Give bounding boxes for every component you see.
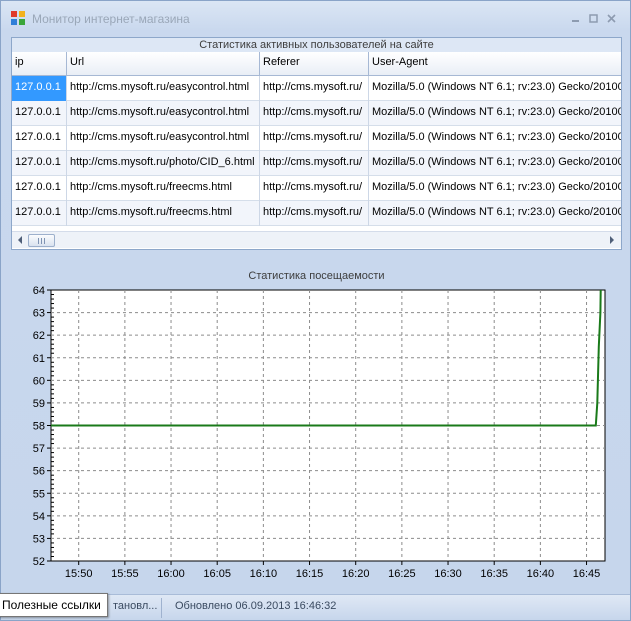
title-bar[interactable]: Монитор интернет-магазина — [1, 1, 630, 37]
x-tick-label: 16:30 — [434, 568, 462, 580]
cell-user-agent[interactable]: Mozilla/5.0 (Windows NT 6.1; rv:23.0) Ge… — [369, 126, 621, 151]
x-tick-label: 16:40 — [527, 568, 555, 580]
table-row[interactable]: 127.0.0.1 http://cms.mysoft.ru/easycontr… — [12, 101, 621, 126]
x-tick-label: 15:55 — [111, 568, 139, 580]
y-tick-label: 63 — [33, 308, 45, 320]
cell-url[interactable]: http://cms.mysoft.ru/easycontrol.html — [67, 126, 260, 151]
y-tick-label: 55 — [33, 488, 45, 500]
cell-url[interactable]: http://cms.mysoft.ru/photo/CID_6.html — [67, 151, 260, 176]
cell-referer[interactable]: http://cms.mysoft.ru/ — [260, 126, 369, 151]
cell-user-agent[interactable]: Mozilla/5.0 (Windows NT 6.1; rv:23.0) Ge… — [369, 176, 621, 201]
active-users-grid[interactable]: Статистика активных пользователей на сай… — [11, 37, 622, 250]
table-row[interactable]: 127.0.0.1 http://cms.mysoft.ru/easycontr… — [12, 126, 621, 151]
window-title: Монитор интернет-магазина — [32, 12, 190, 26]
cell-url[interactable]: http://cms.mysoft.ru/easycontrol.html — [67, 101, 260, 126]
y-tick-label: 59 — [33, 398, 45, 410]
y-tick-label: 64 — [33, 285, 45, 297]
scroll-right-icon[interactable] — [607, 235, 617, 245]
minimize-icon[interactable] — [569, 14, 582, 24]
cell-referer[interactable]: http://cms.mysoft.ru/ — [260, 201, 369, 226]
cell-ip[interactable]: 127.0.0.1 — [12, 151, 67, 176]
cell-user-agent[interactable]: Mozilla/5.0 (Windows NT 6.1; rv:23.0) Ge… — [369, 201, 621, 226]
app-window: Монитор интернет-магазина Статистика акт… — [0, 0, 631, 621]
x-tick-label: 16:45 — [573, 568, 601, 580]
cell-ip[interactable]: 127.0.0.1 — [12, 126, 67, 151]
column-header-referer[interactable]: Referer — [260, 52, 369, 76]
cell-referer[interactable]: http://cms.mysoft.ru/ — [260, 176, 369, 201]
y-tick-label: 60 — [33, 375, 45, 387]
cell-user-agent[interactable]: Mozilla/5.0 (Windows NT 6.1; rv:23.0) Ge… — [369, 76, 621, 101]
cell-ip[interactable]: 127.0.0.1 — [12, 101, 67, 126]
table-row[interactable]: 127.0.0.1 http://cms.mysoft.ru/photo/CID… — [12, 151, 621, 176]
cell-ip[interactable]: 127.0.0.1 — [12, 201, 67, 226]
x-tick-label: 16:10 — [250, 568, 278, 580]
table-row[interactable]: 127.0.0.1 http://cms.mysoft.ru/freecms.h… — [12, 176, 621, 201]
maximize-icon[interactable] — [587, 14, 600, 24]
table-row[interactable]: 127.0.0.1 http://cms.mysoft.ru/easycontr… — [12, 76, 621, 101]
cell-user-agent[interactable]: Mozilla/5.0 (Windows NT 6.1; rv:23.0) Ge… — [369, 101, 621, 126]
y-tick-label: 56 — [33, 466, 45, 478]
x-tick-label: 16:35 — [480, 568, 508, 580]
cell-url[interactable]: http://cms.mysoft.ru/freecms.html — [67, 201, 260, 226]
attendance-chart: 52 53 54 55 56 57 58 59 60 61 62 63 64 15:50 15:55 16:0… — [33, 285, 606, 580]
scroll-left-icon[interactable] — [15, 235, 25, 245]
x-tick-label: 16:00 — [157, 568, 185, 580]
cell-ip[interactable]: 127.0.0.1 — [12, 176, 67, 201]
app-icon — [10, 10, 26, 26]
x-tick-label: 16:15 — [296, 568, 324, 580]
table-row[interactable]: 127.0.0.1 http://cms.mysoft.ru/freecms.h… — [12, 201, 621, 226]
x-tick-label: 16:25 — [388, 568, 416, 580]
cell-referer[interactable]: http://cms.mysoft.ru/ — [260, 151, 369, 176]
scrollbar-thumb[interactable] — [28, 234, 55, 247]
grid-header: ip Url Referer User-Agent — [12, 52, 621, 76]
cell-user-agent[interactable]: Mozilla/5.0 (Windows NT 6.1; rv:23.0) Ge… — [369, 151, 621, 176]
grid-caption: Статистика активных пользователей на сай… — [12, 38, 621, 52]
y-tick-label: 61 — [33, 353, 45, 365]
y-tick-label: 54 — [33, 511, 45, 523]
x-tick-label: 16:05 — [203, 568, 231, 580]
cell-url[interactable]: http://cms.mysoft.ru/easycontrol.html — [67, 76, 260, 101]
y-tick-label: 62 — [33, 330, 45, 342]
x-tick-label: 16:20 — [342, 568, 370, 580]
column-header-url[interactable]: Url — [67, 52, 260, 76]
close-icon[interactable] — [605, 14, 618, 24]
status-updated-text: Обновлено 06.09.2013 16:46:32 — [175, 600, 337, 612]
cell-url[interactable]: http://cms.mysoft.ru/freecms.html — [67, 176, 260, 201]
cell-ip[interactable]: 127.0.0.1 — [12, 76, 67, 101]
cell-referer[interactable]: http://cms.mysoft.ru/ — [260, 101, 369, 126]
column-header-ip[interactable]: ip — [12, 52, 67, 76]
y-tick-label: 58 — [33, 421, 45, 433]
y-tick-label: 53 — [33, 533, 45, 545]
cell-referer[interactable]: http://cms.mysoft.ru/ — [260, 76, 369, 101]
grid-rows: 127.0.0.1 http://cms.mysoft.ru/easycontr… — [12, 76, 621, 226]
column-header-user-agent[interactable]: User-Agent — [369, 52, 621, 76]
x-tick-label: 15:50 — [65, 568, 93, 580]
tooltip: Полезные ссылки — [0, 593, 108, 617]
horizontal-scrollbar[interactable] — [12, 231, 621, 248]
y-tick-label: 57 — [33, 443, 45, 455]
y-tick-label: 52 — [33, 556, 45, 568]
status-segment-settings[interactable]: тановл... — [113, 600, 157, 612]
status-separator — [161, 598, 162, 618]
